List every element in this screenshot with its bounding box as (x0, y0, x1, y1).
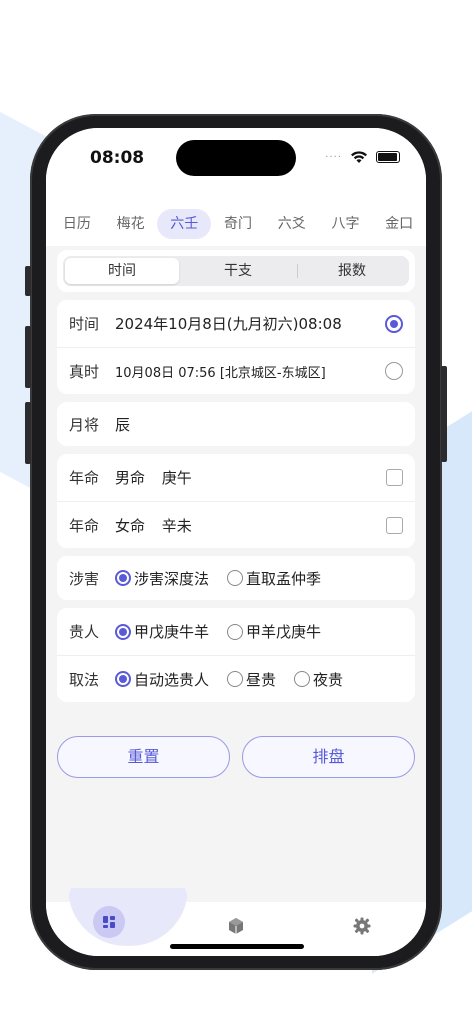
dynamic-island (176, 140, 296, 176)
tab-bazi[interactable]: 八字 (319, 209, 373, 239)
radio-icon (294, 671, 311, 687)
app-screen: 08:08 ···· 日历 梅花 六壬 奇门 六爻 八字 金口 时间 干支 报数… (46, 128, 426, 956)
cube-icon[interactable] (226, 916, 246, 936)
action-buttons: 重置 排盘 (57, 736, 415, 778)
cellular-signal-icon: ···· (325, 151, 342, 163)
shehai-card: 涉害 涉害深度法 直取孟仲季 (57, 556, 415, 600)
birth-year-label: 年命 (69, 469, 100, 487)
form-content: 时间 干支 报数 时间 2024年10月8日(九月初六)08:08 真时 10月… (57, 250, 415, 710)
birth-year-female-row[interactable]: 年命 女命 辛未 (57, 501, 415, 548)
month-general-value[interactable]: 辰 (115, 414, 403, 435)
birth-year-card: 年命 男命 庚午 年命 女命 辛未 (57, 454, 415, 548)
top-bar: 08:08 ···· 日历 梅花 六壬 奇门 六爻 八字 金口 (46, 128, 426, 246)
qufa-option-day[interactable]: 昼贵 (227, 669, 276, 690)
status-time: 08:08 (90, 148, 145, 168)
segment-number[interactable]: 报数 (295, 258, 409, 284)
tab-calendar[interactable]: 日历 (50, 209, 104, 239)
radio-icon (115, 570, 131, 586)
gender-female: 女命 (115, 516, 146, 535)
guiren-option-2[interactable]: 甲羊戊庚牛 (227, 621, 321, 642)
qufa-label: 取法 (69, 670, 100, 689)
time-label: 时间 (69, 315, 100, 333)
grid-icon (103, 916, 115, 928)
shehai-option-direct[interactable]: 直取孟仲季 (227, 568, 321, 589)
female-checkbox[interactable] (386, 516, 403, 534)
time-card: 时间 2024年10月8日(九月初六)08:08 真时 10月08日 07:56… (57, 300, 415, 394)
volume-up-button (25, 326, 31, 388)
radio-icon (115, 623, 131, 640)
nav-home[interactable] (93, 906, 125, 938)
segment-divider (297, 264, 298, 278)
gear-icon[interactable] (352, 916, 372, 936)
radio-icon (227, 623, 244, 640)
tab-liuren[interactable]: 六壬 (157, 209, 212, 239)
ganzhi-female[interactable]: 辛未 (162, 517, 192, 535)
battery-icon (376, 151, 400, 163)
guiren-row: 贵人 甲戊庚牛羊 甲羊戊庚牛 (57, 608, 415, 655)
radio-icon (227, 671, 244, 687)
status-icons: ···· (325, 150, 400, 164)
input-mode-segment: 时间 干支 报数 (63, 256, 409, 286)
power-button (441, 366, 447, 462)
input-mode-card: 时间 干支 报数 (57, 250, 415, 292)
tab-jinkou[interactable]: 金口 (372, 209, 426, 239)
shehai-label: 涉害 (69, 569, 100, 588)
male-checkbox[interactable] (386, 469, 403, 486)
tab-liuyao[interactable]: 六爻 (265, 209, 319, 239)
radio-icon (115, 671, 131, 687)
qufa-option-night[interactable]: 夜贵 (294, 669, 343, 690)
time-row[interactable]: 时间 2024年10月8日(九月初六)08:08 (57, 300, 415, 347)
gender-male: 男命 (115, 469, 146, 487)
module-tabs: 日历 梅花 六壬 奇门 六爻 八字 金口 (46, 208, 426, 240)
month-general-row[interactable]: 月将 辰 (57, 402, 415, 446)
mute-switch (25, 266, 31, 296)
nav-active-bump (68, 888, 188, 946)
true-time-row[interactable]: 真时 10月08日 07:56 [北京城区-东城区] (57, 347, 415, 394)
shehai-row: 涉害 涉害深度法 直取孟仲季 (57, 556, 415, 600)
tab-qimen[interactable]: 奇门 (211, 209, 265, 239)
segment-ganzhi[interactable]: 干支 (181, 258, 295, 284)
true-time-value[interactable]: 10月08日 07:56 [北京城区-东城区] (115, 362, 385, 381)
guiren-card: 贵人 甲戊庚牛羊 甲羊戊庚牛 取法 自动选贵人 昼贵 夜贵 (57, 608, 415, 702)
tab-meihua[interactable]: 梅花 (104, 209, 158, 239)
wifi-icon (351, 151, 367, 163)
ganzhi-male[interactable]: 庚午 (162, 469, 192, 487)
chart-button[interactable]: 排盘 (242, 736, 415, 778)
radio-icon (227, 570, 244, 586)
home-indicator[interactable] (170, 944, 304, 949)
segment-time[interactable]: 时间 (65, 258, 179, 284)
true-time-radio[interactable] (385, 362, 403, 380)
guiren-option-1[interactable]: 甲戊庚牛羊 (115, 621, 209, 642)
reset-button[interactable]: 重置 (57, 736, 230, 778)
true-time-label: 真时 (69, 362, 100, 381)
guiren-label: 贵人 (69, 623, 100, 641)
qufa-row: 取法 自动选贵人 昼贵 夜贵 (57, 655, 415, 702)
time-value[interactable]: 2024年10月8日(九月初六)08:08 (115, 313, 385, 334)
month-general-card: 月将 辰 (57, 402, 415, 446)
month-general-label: 月将 (69, 415, 100, 434)
qufa-option-auto[interactable]: 自动选贵人 (115, 669, 209, 690)
volume-down-button (25, 402, 31, 464)
birth-year-label: 年命 (69, 516, 100, 535)
time-radio[interactable] (385, 314, 403, 333)
shehai-option-depth[interactable]: 涉害深度法 (115, 568, 209, 589)
birth-year-male-row[interactable]: 年命 男命 庚午 (57, 454, 415, 501)
phone-frame: 08:08 ···· 日历 梅花 六壬 奇门 六爻 八字 金口 时间 干支 报数… (25, 114, 447, 970)
